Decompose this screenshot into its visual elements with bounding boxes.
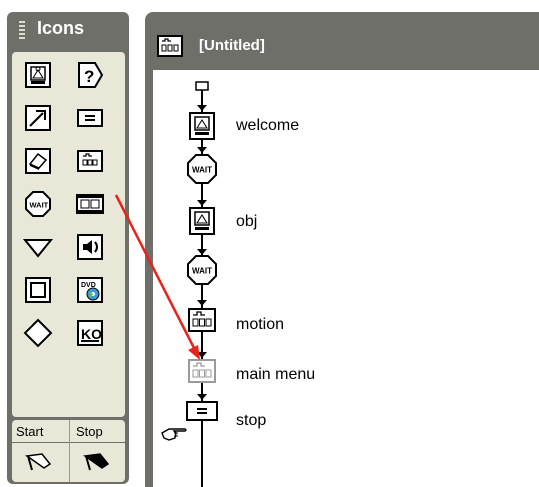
wait-icon[interactable]: WAIT <box>186 254 218 291</box>
flow-node-label[interactable]: main menu <box>236 366 315 384</box>
map-icon[interactable] <box>187 307 217 338</box>
flow-entry-marker <box>195 81 209 91</box>
flowline-drawing <box>195 81 209 487</box>
flow-node-label[interactable]: stop <box>236 412 266 430</box>
flow-node-label[interactable]: obj <box>236 213 257 231</box>
calculation-icon[interactable] <box>185 400 219 429</box>
flow-arrow <box>197 300 207 306</box>
map-ghost-icon[interactable] <box>187 358 217 389</box>
flow-node-label[interactable]: motion <box>236 316 284 334</box>
svg-text:WAIT: WAIT <box>192 267 212 276</box>
flow-node-label[interactable]: welcome <box>236 117 299 135</box>
display-icon[interactable] <box>188 206 216 241</box>
svg-text:WAIT: WAIT <box>192 166 212 175</box>
display-icon[interactable] <box>188 111 216 146</box>
wait-icon[interactable]: WAIT <box>186 153 218 190</box>
pointing-hand-icon <box>159 421 189 450</box>
